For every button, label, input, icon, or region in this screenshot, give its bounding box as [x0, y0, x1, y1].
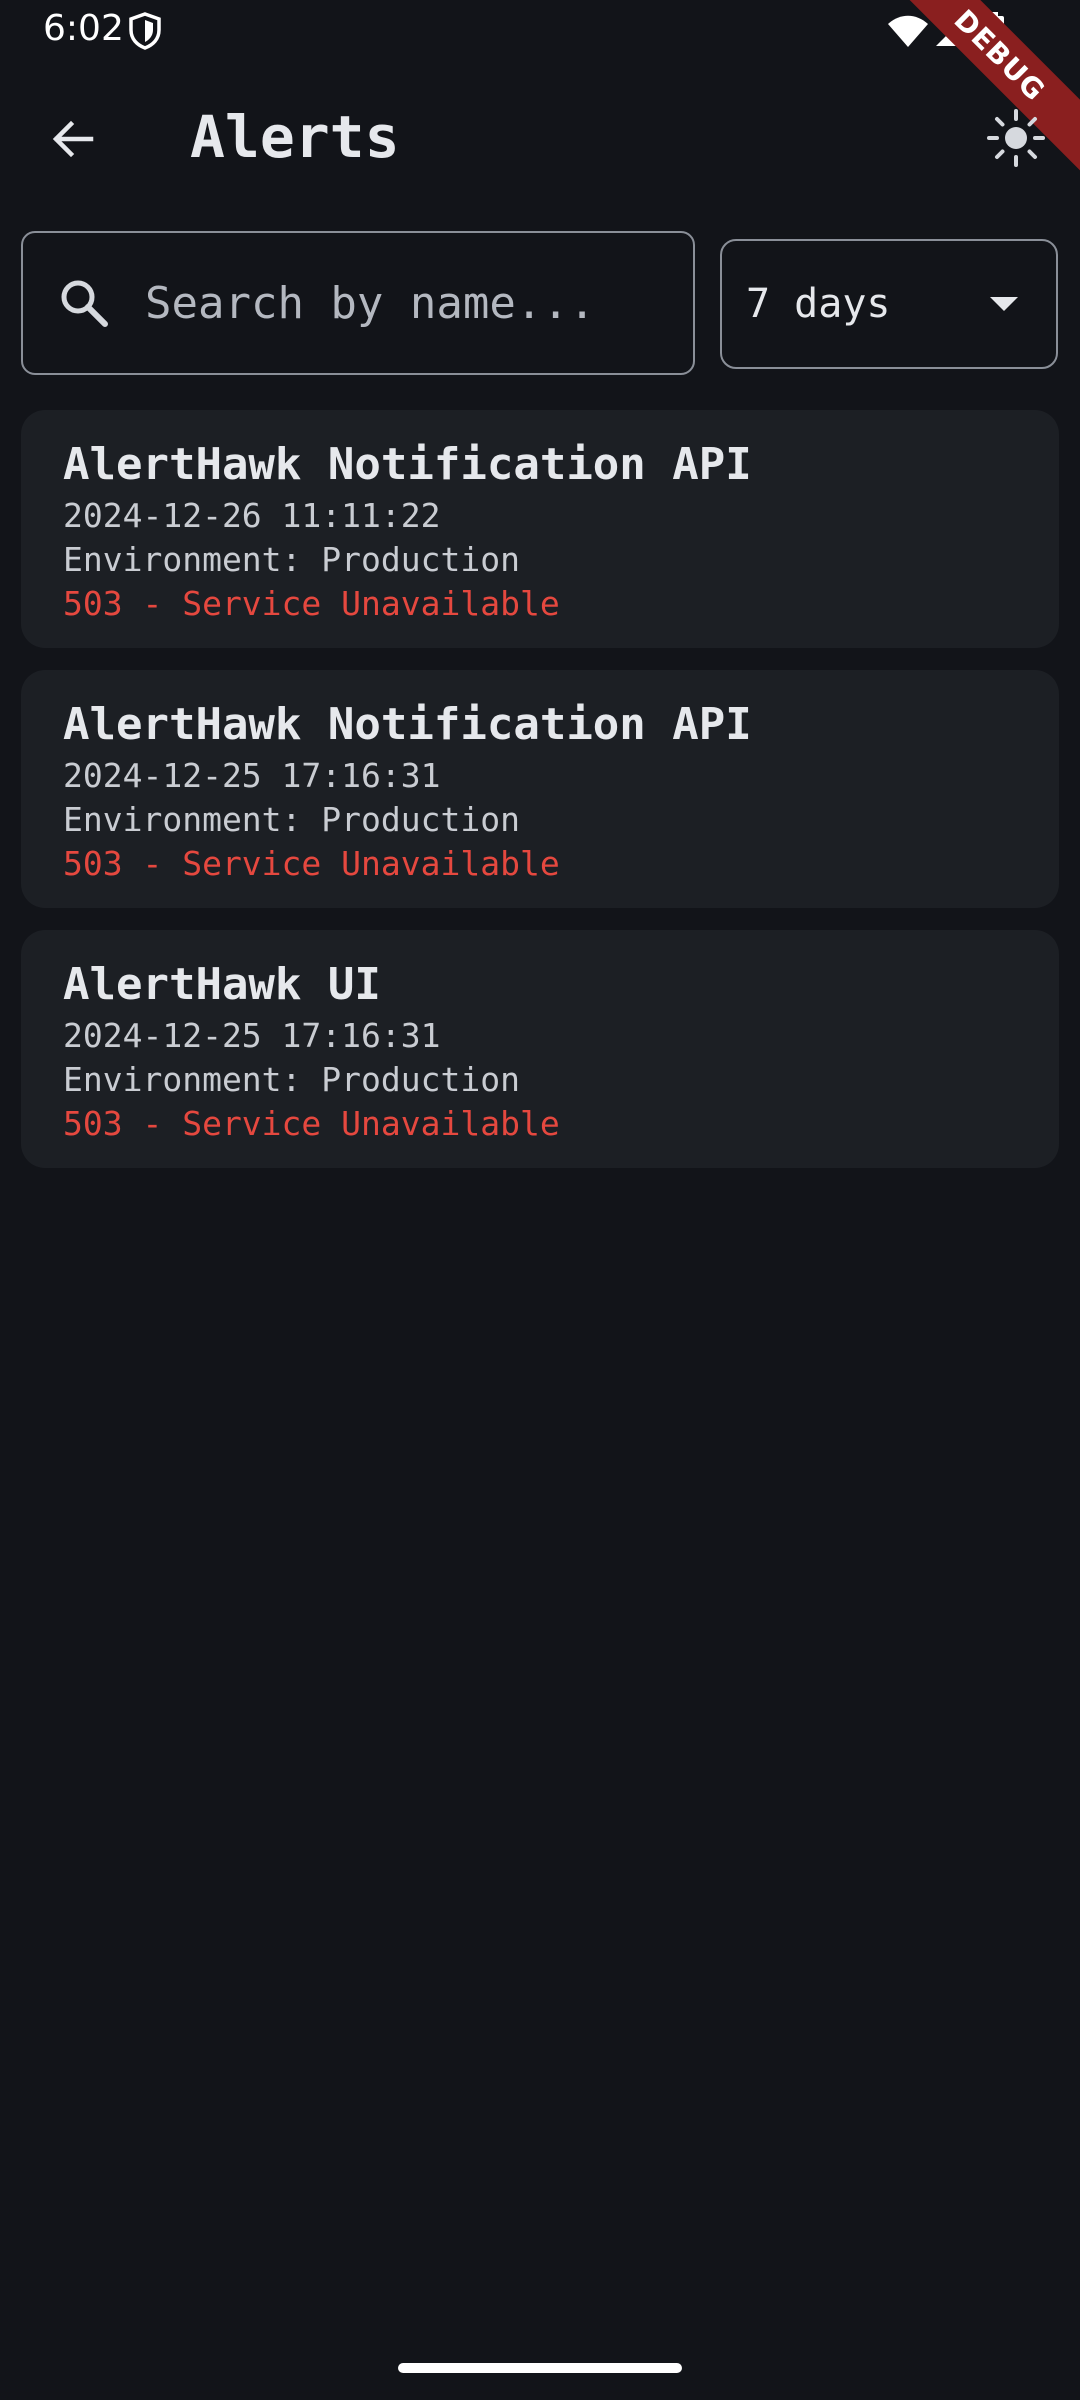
- app-bar: Alerts: [0, 80, 1080, 196]
- search-field[interactable]: [21, 231, 695, 375]
- alert-name: AlertHawk Notification API: [63, 439, 752, 490]
- alert-card[interactable]: AlertHawk Notification API 2024-12-26 11…: [21, 410, 1059, 648]
- search-icon: [61, 280, 108, 327]
- alert-timestamp: 2024-12-26 11:11:22: [63, 496, 441, 535]
- alert-timestamp: 2024-12-25 17:16:31: [63, 756, 441, 795]
- alert-status: 503 - Service Unavailable: [63, 584, 560, 623]
- shield-icon: [129, 12, 161, 50]
- arrow-back-icon: [52, 120, 94, 158]
- back-button[interactable]: [30, 104, 116, 174]
- alert-name: AlertHawk Notification API: [63, 699, 752, 750]
- alert-environment: Environment: Production: [63, 1060, 520, 1099]
- chevron-down-icon: [990, 297, 1018, 311]
- alert-card[interactable]: AlertHawk UI 2024-12-25 17:16:31 Environ…: [21, 930, 1059, 1168]
- sun-icon: [987, 109, 1045, 167]
- gesture-navigation-bar[interactable]: [398, 2363, 682, 2373]
- time-range-value: 7 days: [746, 281, 891, 327]
- alert-card[interactable]: AlertHawk Notification API 2024-12-25 17…: [21, 670, 1059, 908]
- alert-environment: Environment: Production: [63, 540, 520, 579]
- alert-timestamp: 2024-12-25 17:16:31: [63, 1016, 441, 1055]
- wifi-icon: [888, 15, 928, 47]
- alert-name: AlertHawk UI: [63, 959, 381, 1010]
- alert-environment: Environment: Production: [63, 800, 520, 839]
- time-range-dropdown[interactable]: 7 days: [720, 239, 1058, 369]
- page-title: Alerts: [190, 103, 400, 171]
- alert-status: 503 - Service Unavailable: [63, 844, 560, 883]
- search-input[interactable]: [145, 277, 645, 329]
- status-time: 6:02: [43, 8, 124, 49]
- alert-list: AlertHawk Notification API 2024-12-26 11…: [21, 410, 1059, 1190]
- alert-status: 503 - Service Unavailable: [63, 1104, 560, 1143]
- theme-toggle-button[interactable]: [980, 102, 1052, 174]
